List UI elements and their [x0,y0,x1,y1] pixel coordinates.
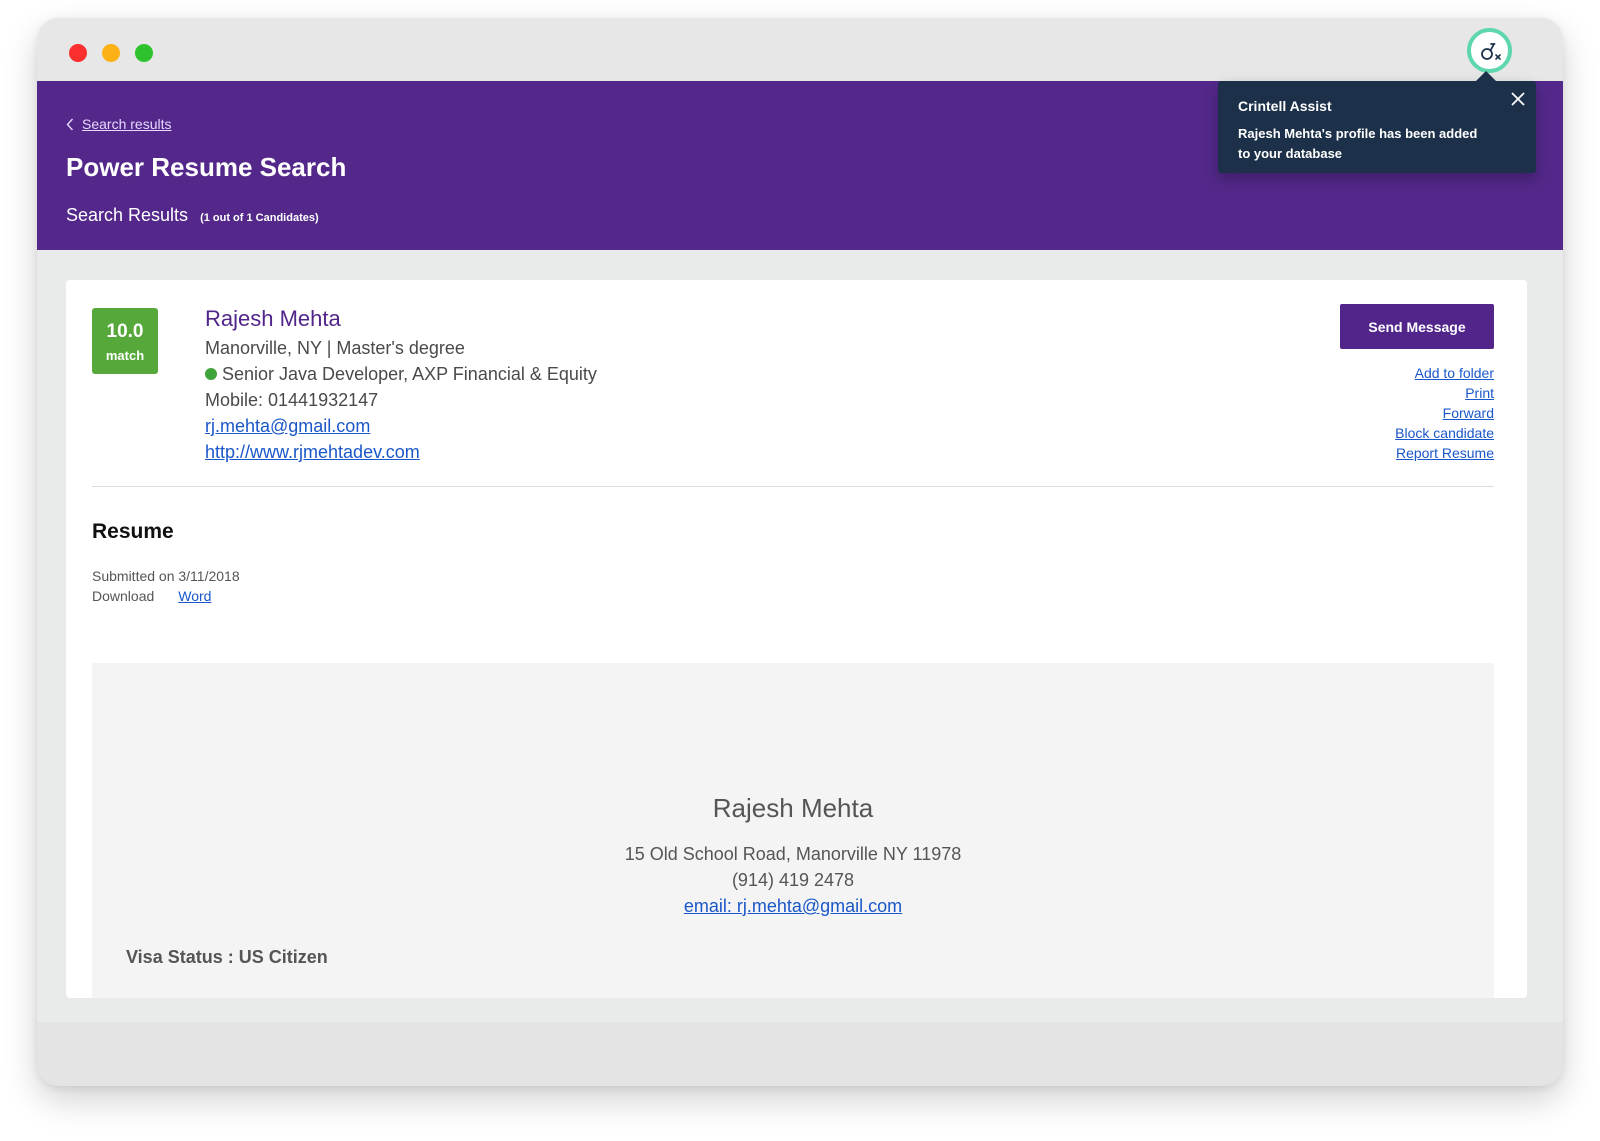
results-count: (1 out of 1 Candidates) [200,212,319,224]
download-label: Download [92,588,155,604]
resume-download-row: Download Word [92,586,240,606]
candidate-location-degree: Manorville, NY | Master's degree [205,338,465,358]
block-candidate-link[interactable]: Block candidate [1395,423,1494,443]
candidate-job-title: Senior Java Developer, AXP Financial & E… [222,364,597,384]
crintell-assist-extension-button[interactable] [1467,28,1512,73]
resume-doc-phone: (914) 419 2478 [731,870,855,890]
resume-meta: Submitted on 3/11/2018 Download Word [92,566,240,606]
match-score-badge: 10.0 match [92,308,158,374]
resume-doc-name: Rajesh Mehta [712,793,874,823]
assist-title: Crintell Assist [1238,98,1332,114]
close-window-button[interactable] [69,44,87,62]
section-divider [92,486,1494,487]
browser-window: Search results Power Resume Search Searc… [37,18,1563,1086]
candidate-details: Rajesh Mehta Manorville, NY | Master's d… [205,305,597,465]
report-resume-link[interactable]: Report Resume [1396,443,1494,463]
crintell-assist-icon [1480,42,1501,60]
resume-doc-email-link[interactable]: email: rj.mehta@gmail.com [684,896,902,916]
maximize-window-button[interactable] [135,44,153,62]
window-footer [37,1022,1563,1086]
candidate-job: Senior Java Developer, AXP Financial & E… [205,361,597,387]
candidate-actions: Send Message Add to folder Print Forward… [1340,304,1494,463]
resume-document-preview[interactable]: Rajesh Mehta 15 Old School Road, Manorvi… [92,663,1494,998]
chevron-left-icon [66,118,74,130]
breadcrumb: Search results [66,116,171,132]
page-title: Power Resume Search [66,152,347,182]
close-icon [1511,92,1525,106]
candidate-website-link[interactable]: http://www.rjmehtadev.com [205,442,420,462]
resume-heading: Resume [92,520,174,543]
candidate-card: 10.0 match Rajesh Mehta Manorville, NY |… [66,280,1527,998]
window-titlebar [37,18,1563,81]
forward-link[interactable]: Forward [1443,403,1494,423]
print-link[interactable]: Print [1465,383,1494,403]
add-to-folder-link[interactable]: Add to folder [1415,363,1494,383]
results-summary: Search Results (1 out of 1 Candidates) [66,205,319,226]
candidate-name: Rajesh Mehta [205,306,341,331]
match-label: match [105,348,145,363]
crintell-assist-notification: Crintell Assist Rajesh Mehta's profile h… [1218,71,1536,173]
candidate-mobile: Mobile: 01441932147 [205,390,379,410]
download-word-link[interactable]: Word [178,586,211,606]
online-status-dot [205,368,217,380]
resume-doc-address: 15 Old School Road, Manorville NY 11978 [624,844,962,864]
search-results-back-link[interactable]: Search results [82,116,171,132]
resume-submitted-date: Submitted on 3/11/2018 [92,568,240,584]
send-message-button[interactable]: Send Message [1340,304,1494,349]
minimize-window-button[interactable] [102,44,120,62]
assist-message: Rajesh Mehta's profile has been added to… [1238,126,1478,161]
assist-close-button[interactable] [1508,89,1528,109]
resume-doc-header: Rajesh Mehta 15 Old School Road, Manorvi… [92,791,1494,919]
resume-doc-visa-status: Visa Status : US Citizen [126,947,328,967]
content-area: 10.0 match Rajesh Mehta Manorville, NY |… [37,250,1563,1012]
results-label: Search Results [66,205,189,225]
match-score: 10.0 [106,321,144,342]
candidate-email-link[interactable]: rj.mehta@gmail.com [205,416,370,436]
